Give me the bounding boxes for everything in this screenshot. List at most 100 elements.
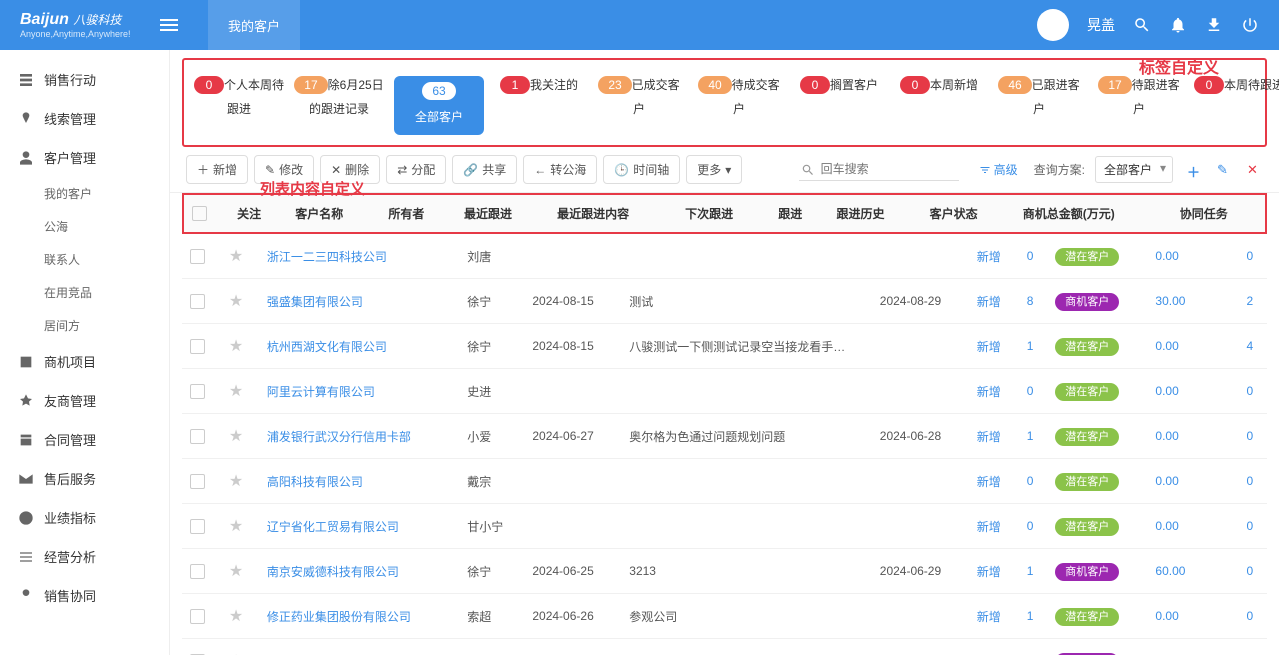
task-count[interactable]: 2 xyxy=(1246,294,1253,308)
amount[interactable]: 0.00 xyxy=(1155,339,1178,353)
column-header[interactable]: 所有者 xyxy=(380,195,456,232)
customer-name[interactable]: 辽宁省化工贸易有限公司 xyxy=(267,520,399,534)
history-link[interactable]: 8 xyxy=(1027,294,1034,308)
customer-name[interactable]: 高阳科技有限公司 xyxy=(267,475,363,489)
amount[interactable]: 30.00 xyxy=(1155,294,1185,308)
filter-tab[interactable]: 17除6月25日的跟进记录 xyxy=(294,76,384,135)
plan-delete-icon[interactable]: ✕ xyxy=(1247,162,1263,178)
star-icon[interactable]: ★ xyxy=(229,563,243,580)
task-count[interactable]: 0 xyxy=(1246,429,1253,443)
history-link[interactable]: 0 xyxy=(1027,519,1034,533)
customer-name[interactable]: 阿里云计算有限公司 xyxy=(267,385,375,399)
history-link[interactable]: 1 xyxy=(1027,339,1034,353)
search-icon[interactable] xyxy=(1133,16,1151,34)
breadcrumb-tab[interactable]: 我的客户 xyxy=(208,0,300,50)
table-row[interactable]: ★ 阿里云计算有限公司 史进 新增 0 潜在客户 0.00 0 xyxy=(182,369,1267,414)
follow-link[interactable]: 新增 xyxy=(977,610,1001,624)
star-icon[interactable]: ★ xyxy=(229,473,243,490)
row-checkbox[interactable] xyxy=(190,249,205,264)
filter-tab[interactable]: 0搁置客户 xyxy=(794,76,884,135)
sidebar-subitem[interactable]: 在用竞品 xyxy=(0,276,169,309)
table-row[interactable]: ★ 杭州西湖文化有限公司 徐宁 2024-08-15 八骏测试一下侧测试记录空当… xyxy=(182,324,1267,369)
bell-icon[interactable] xyxy=(1169,16,1187,34)
history-link[interactable]: 0 xyxy=(1027,249,1034,263)
row-checkbox[interactable] xyxy=(190,384,205,399)
task-count[interactable]: 0 xyxy=(1246,609,1253,623)
sidebar-subitem[interactable]: 我的客户 xyxy=(0,177,169,210)
filter-tab[interactable]: 23已成交客户 xyxy=(594,76,684,135)
amount[interactable]: 0.00 xyxy=(1155,609,1178,623)
history-link[interactable]: 1 xyxy=(1027,564,1034,578)
star-icon[interactable]: ★ xyxy=(229,608,243,625)
follow-link[interactable]: 新增 xyxy=(977,340,1001,354)
timeline-button[interactable]: 🕒 时间轴 xyxy=(603,155,680,184)
row-checkbox[interactable] xyxy=(190,429,205,444)
amount[interactable]: 0.00 xyxy=(1155,519,1178,533)
customer-name[interactable]: 修正药业集团股份有限公司 xyxy=(267,610,411,624)
follow-link[interactable]: 新增 xyxy=(977,475,1001,489)
column-header[interactable]: 下次跟进 xyxy=(677,195,770,232)
column-header[interactable]: 客户名称 xyxy=(287,195,380,232)
sidebar-item[interactable]: 客户管理 xyxy=(0,138,169,177)
table-row[interactable]: ★ 高阳科技有限公司 戴宗 新增 0 潜在客户 0.00 0 xyxy=(182,459,1267,504)
customer-name[interactable]: 浙江一二三四科技公司 xyxy=(267,250,387,264)
avatar[interactable] xyxy=(1037,9,1069,41)
tosea-button[interactable]: ← 转公海 xyxy=(523,155,597,184)
filter-tab[interactable]: 0本周待跟进 xyxy=(1194,76,1279,135)
column-header[interactable]: 最近跟进 xyxy=(456,195,549,232)
sidebar-item[interactable]: 售后服务 xyxy=(0,459,169,498)
task-count[interactable]: 0 xyxy=(1246,564,1253,578)
customer-name[interactable]: 浦发银行武汉分行信用卡部 xyxy=(267,430,411,444)
sidebar-item[interactable]: 商机项目 xyxy=(0,342,169,381)
plan-select[interactable]: 全部客户 xyxy=(1095,156,1173,183)
history-link[interactable]: 1 xyxy=(1027,609,1034,623)
amount[interactable]: 0.00 xyxy=(1155,474,1178,488)
filter-tab[interactable]: 0个人本周待跟进 xyxy=(194,76,284,135)
sidebar-item[interactable]: 合同管理 xyxy=(0,420,169,459)
table-row[interactable]: ★ 南京安威德科技有限公司 徐宁 2024-06-25 3213 2024-06… xyxy=(182,549,1267,594)
more-button[interactable]: 更多 ▾ xyxy=(686,155,742,184)
share-button[interactable]: 🔗 共享 xyxy=(452,155,517,184)
customer-name[interactable]: 南京安威德科技有限公司 xyxy=(267,565,399,579)
filter-tab[interactable]: 17待跟进客户 xyxy=(1094,76,1184,135)
table-row[interactable]: ★ 修正药业集团股份有限公司 索超 2024-06-26 参观公司 新增 1 潜… xyxy=(182,594,1267,639)
customer-name[interactable]: 杭州西湖文化有限公司 xyxy=(267,340,387,354)
row-checkbox[interactable] xyxy=(190,294,205,309)
star-icon[interactable]: ★ xyxy=(229,248,243,265)
sidebar-item[interactable]: 线索管理 xyxy=(0,99,169,138)
select-all-checkbox[interactable] xyxy=(192,206,207,221)
column-header[interactable]: 跟进 xyxy=(770,195,828,232)
customer-name[interactable]: 强盛集团有限公司 xyxy=(267,295,363,309)
column-header[interactable]: 关注 xyxy=(229,195,287,232)
add-button[interactable]: ＋ 新增 xyxy=(186,155,248,184)
star-icon[interactable]: ★ xyxy=(229,518,243,535)
sidebar-item[interactable]: 友商管理 xyxy=(0,381,169,420)
filter-tab[interactable]: 46已跟进客户 xyxy=(994,76,1084,135)
star-icon[interactable]: ★ xyxy=(229,428,243,445)
column-header[interactable]: 最近跟进内容 xyxy=(549,195,677,232)
filter-tab[interactable]: 40待成交客户 xyxy=(694,76,784,135)
sidebar-subitem[interactable]: 公海 xyxy=(0,210,169,243)
follow-link[interactable]: 新增 xyxy=(977,565,1001,579)
plan-add-icon[interactable]: ＋ xyxy=(1187,162,1203,178)
filter-tab[interactable]: 1我关注的 xyxy=(494,76,584,135)
filter-tab[interactable]: 0本周新增 xyxy=(894,76,984,135)
plan-edit-icon[interactable]: ✎ xyxy=(1217,162,1233,178)
row-checkbox[interactable] xyxy=(190,564,205,579)
star-icon[interactable]: ★ xyxy=(229,338,243,355)
sidebar-item[interactable]: 经营分析 xyxy=(0,537,169,576)
follow-link[interactable]: 新增 xyxy=(977,385,1001,399)
sidebar-item[interactable]: 业绩指标 xyxy=(0,498,169,537)
search-input[interactable] xyxy=(799,158,959,181)
sidebar-item[interactable]: 销售行动 xyxy=(0,60,169,99)
task-count[interactable]: 0 xyxy=(1246,519,1253,533)
history-link[interactable]: 0 xyxy=(1027,474,1034,488)
table-row[interactable]: ★ 辽宁省化工贸易有限公司 甘小宁 新增 0 潜在客户 0.00 0 xyxy=(182,504,1267,549)
history-link[interactable]: 1 xyxy=(1027,429,1034,443)
table-row[interactable]: ★ 强盛集团有限公司 徐宁 2024-08-15 测试 2024-08-29 新… xyxy=(182,279,1267,324)
amount[interactable]: 0.00 xyxy=(1155,384,1178,398)
assign-button[interactable]: ⇄ 分配 xyxy=(386,155,446,184)
table-row[interactable]: ★ 浙江一二三四科技公司 刘唐 新增 0 潜在客户 0.00 0 xyxy=(182,234,1267,279)
row-checkbox[interactable] xyxy=(190,609,205,624)
power-icon[interactable] xyxy=(1241,16,1259,34)
